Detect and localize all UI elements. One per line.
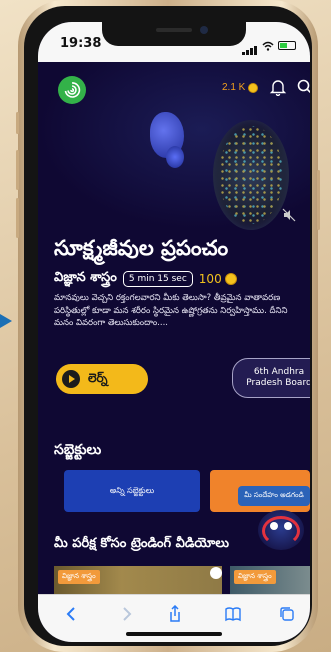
lesson-points: 100 [199,272,237,286]
coin-icon [224,273,237,285]
learn-button-label: లెర్న్ [88,370,108,385]
home-indicator [126,632,222,636]
lesson-meta: విజ్ఞాన శాస్త్రం 5 min 15 sec 100 [54,270,237,288]
front-camera [200,26,208,34]
share-icon[interactable] [166,605,184,623]
microbe-image-small [166,146,184,168]
mute-switch [16,112,19,134]
learn-button[interactable]: లెర్న్ [56,364,148,394]
mute-icon[interactable] [282,208,296,222]
all-subjects-label: అన్ని సబ్జెక్టులు [109,485,155,495]
ask-doubt-label: మీ సందేహం అడగండి [244,491,304,499]
power-button [317,170,320,230]
app-logo-icon [210,567,222,579]
speaker [156,28,192,32]
board-selector-button[interactable]: 6th Andhra Pradesh Board [232,358,310,398]
lesson-description: మానవులు వెచ్చని రక్తంగలవారని మీకు తెలుసా… [54,293,288,328]
pointer-arrow [0,314,12,328]
coin-balance-label: 2.1 K [222,82,246,93]
video-subject-tag: విజ్ఞాన శాస్త్రం [234,570,276,584]
ask-doubt-bubble[interactable]: మీ సందేహం అడగండి [238,486,310,506]
phone-bezel: 19:38 2.1 K సూక్ష్మజీవుల ప్రపంచం విజ్ఞాన… [24,6,312,646]
board-label-line1: 6th Andhra [253,367,305,377]
search-icon[interactable] [296,78,310,96]
video-subject-tag: విజ్ఞాన శాస్త్రం [58,570,100,584]
board-label-line2: Pradesh Board [246,378,310,388]
cell-image [213,120,289,230]
all-subjects-card[interactable]: అన్ని సబ్జెక్టులు [64,470,200,512]
volume-up-button [16,150,19,190]
coin-icon [248,82,259,93]
back-icon[interactable] [62,605,80,623]
subjects-heading: సబ్జెక్టులు [54,442,102,458]
bookmarks-icon[interactable] [224,605,242,623]
app-logo-icon[interactable] [58,76,86,104]
status-icons [242,36,296,55]
lesson-duration: 5 min 15 sec [122,271,193,287]
volume-down-button [16,198,19,238]
forward-icon[interactable] [118,605,136,623]
trending-heading: మీ పరీక్ష కోసం ట్రెండింగ్ వీడియోలు [54,536,230,551]
lesson-points-value: 100 [198,272,222,286]
signal-icon [242,36,258,55]
status-time: 19:38 [60,36,102,51]
screen: 19:38 2.1 K సూక్ష్మజీవుల ప్రపంచం విజ్ఞాన… [38,22,310,642]
assistant-avatar-icon[interactable] [258,510,304,550]
play-icon [62,370,80,388]
lesson-subject: విజ్ఞాన శాస్త్రం [54,270,117,285]
lesson-title: సూక్ష్మజీవుల ప్రపంచం [54,236,229,260]
tabs-icon[interactable] [278,605,296,623]
wifi-icon [262,41,274,51]
coin-balance[interactable]: 2.1 K [222,82,259,93]
bell-icon[interactable] [269,78,287,96]
battery-icon [278,41,296,50]
phone-frame: 19:38 2.1 K సూక్ష్మజీవుల ప్రపంచం విజ్ఞాన… [16,0,320,652]
notch [102,22,246,46]
status-bar: 19:38 [38,22,310,62]
